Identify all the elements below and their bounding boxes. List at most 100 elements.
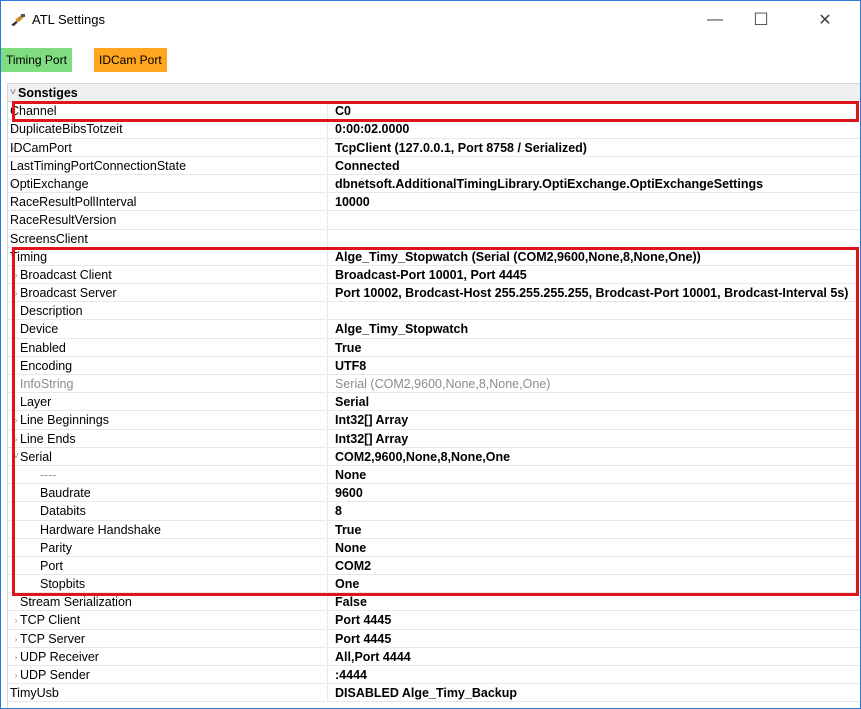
property-name-cell[interactable]: RaceResultPollInterval: [8, 193, 326, 212]
property-row[interactable]: Stream Serialization False: [8, 593, 860, 612]
property-value[interactable]: :4444: [327, 666, 860, 685]
property-row[interactable]: › UDP Sender:4444: [8, 666, 860, 685]
property-name-cell[interactable]: ˅ Serial: [8, 448, 326, 466]
property-value[interactable]: None: [327, 538, 860, 557]
property-row[interactable]: › Broadcast Server Port 10002, Brodcast-Ho…: [8, 284, 860, 303]
property-name-cell[interactable]: Layer: [8, 393, 326, 412]
property-name-cell[interactable]: › TimyUsb: [8, 684, 326, 703]
property-row[interactable]: Enabled True: [8, 338, 860, 357]
property-row[interactable]: › IDCamPort TcpClient (127.0.0.1, Port 875…: [8, 138, 860, 157]
idcam-port-button[interactable]: IDCam Port: [94, 48, 167, 72]
property-name-cell[interactable]: Enabled: [8, 339, 326, 357]
property-row[interactable]: Layer Serial: [8, 393, 860, 412]
property-value[interactable]: TcpClient (127.0.0.1, Port 8758 / Serial…: [327, 138, 860, 157]
property-name-cell[interactable]: › OptiExchange: [8, 175, 326, 194]
property-row[interactable]: Stopbits One: [8, 575, 860, 594]
property-value[interactable]: Serial: [327, 393, 860, 412]
property-name-cell[interactable]: LastTimingPortConnectionState: [8, 157, 326, 175]
property-row[interactable]: › Line Beginnings Int32[] Array: [8, 411, 860, 430]
property-row[interactable]: Databits 8: [8, 502, 860, 521]
property-name-cell[interactable]: Stopbits: [8, 575, 326, 594]
maximize-button[interactable]: ☐: [738, 1, 784, 39]
property-value[interactable]: Alge_Timy_Stopwatch: [327, 320, 860, 339]
minimize-button[interactable]: —: [692, 1, 738, 39]
property-value[interactable]: [327, 302, 860, 321]
property-name-cell[interactable]: Baudrate: [8, 484, 326, 503]
property-row[interactable]: Baudrate 9600: [8, 484, 860, 503]
property-value[interactable]: C0: [327, 102, 860, 121]
property-name-cell[interactable]: › TCP Server: [8, 630, 326, 648]
property-row[interactable]: Channel C0: [8, 102, 860, 121]
property-name-cell[interactable]: › IDCamPort: [8, 139, 326, 157]
property-value[interactable]: Serial (COM2,9600,None,8,None,One): [327, 375, 860, 394]
property-value[interactable]: None: [327, 465, 860, 485]
property-row[interactable]: › Broadcast Client Broadcast-Port 10001, P…: [8, 265, 860, 285]
property-row[interactable]: › TCP Server Port 4445: [8, 629, 860, 648]
property-value[interactable]: Port 10002, Brodcast-Host 255.255.255.25…: [327, 284, 860, 303]
property-row[interactable]: ˅ Serial COM2,9600,None,8,None,One: [8, 447, 860, 466]
property-value[interactable]: Int32[] Array: [327, 429, 860, 448]
property-value[interactable]: 10000: [327, 193, 860, 212]
property-row[interactable]: RaceResultVersion: [8, 211, 860, 230]
property-value[interactable]: One: [327, 575, 860, 594]
property-name-cell[interactable]: › Line Beginnings: [8, 411, 326, 430]
timing-port-button[interactable]: Timing Port: [1, 48, 72, 72]
property-value[interactable]: UTF8: [327, 356, 860, 375]
property-name-cell[interactable]: › Line Ends: [8, 430, 326, 448]
property-value[interactable]: COM2: [327, 556, 860, 576]
property-name-cell[interactable]: Hardware Handshake: [8, 521, 326, 539]
property-row[interactable]: LastTimingPortConnectionState Connected: [8, 156, 860, 175]
property-value[interactable]: 0:00:02.0000: [327, 120, 860, 139]
property-value[interactable]: Connected: [327, 156, 860, 175]
property-name-cell[interactable]: › TCP Client: [8, 611, 326, 630]
property-row[interactable]: Hardware Handshake True: [8, 520, 860, 539]
property-row[interactable]: Port COM2: [8, 556, 860, 576]
property-row[interactable]: › OptiExchange dbnetsoft.AdditionalTimingL…: [8, 174, 860, 194]
property-row[interactable]: › Line Ends Int32[] Array: [8, 429, 860, 448]
title-bar[interactable]: ATL Settings — ☐ ✕: [1, 1, 860, 39]
property-value[interactable]: [327, 229, 860, 248]
property-name-cell[interactable]: ScreensClient: [8, 230, 326, 248]
property-value[interactable]: Port 4445: [327, 611, 860, 630]
property-row[interactable]: › UDP Receiver All,Port 4444: [8, 647, 860, 666]
property-name-cell[interactable]: RaceResultVersion: [8, 211, 326, 230]
property-name-cell[interactable]: InfoString: [8, 375, 326, 394]
property-value[interactable]: True: [327, 520, 860, 539]
expand-down-icon[interactable]: ˅: [8, 84, 18, 101]
property-row[interactable]: Description: [8, 302, 860, 321]
property-row[interactable]: › TimyUsb DISABLED Alge_Timy_Backup: [8, 684, 860, 703]
property-row[interactable]: › TCP Client Port 4445: [8, 611, 860, 630]
property-value[interactable]: dbnetsoft.AdditionalTimingLibrary.OptiEx…: [327, 174, 860, 194]
property-name-cell[interactable]: Databits: [8, 502, 326, 521]
property-name-cell[interactable]: Parity: [8, 539, 326, 557]
property-name-cell[interactable]: › UDP Sender: [8, 666, 326, 685]
property-value[interactable]: [327, 211, 860, 230]
property-row[interactable]: › DuplicateBibsTotzeit 0:00:02.0000: [8, 120, 860, 139]
property-value[interactable]: 9600: [327, 484, 860, 503]
property-value[interactable]: Port 4445: [327, 629, 860, 648]
property-name-cell[interactable]: Description: [8, 302, 326, 321]
property-row[interactable]: InfoString Serial (COM2,9600,None,8,None,…: [8, 375, 860, 394]
property-row[interactable]: Device Alge_Timy_Stopwatch: [8, 320, 860, 339]
property-name-cell[interactable]: Channel: [8, 102, 326, 121]
property-value[interactable]: All,Port 4444: [327, 647, 860, 666]
property-name-cell[interactable]: › DuplicateBibsTotzeit: [8, 120, 326, 139]
property-row[interactable]: Encoding UTF8: [8, 356, 860, 375]
property-name-cell[interactable]: Encoding: [8, 357, 326, 375]
property-name-cell[interactable]: Port: [8, 557, 326, 576]
property-row[interactable]: RaceResultPollInterval 10000: [8, 193, 860, 212]
property-value[interactable]: COM2,9600,None,8,None,One: [327, 447, 860, 466]
property-name-cell[interactable]: ˅ Timing: [8, 248, 326, 266]
property-name-cell[interactable]: › Broadcast Client: [8, 266, 326, 285]
property-value[interactable]: True: [327, 338, 860, 357]
property-category[interactable]: ˅ Sonstiges: [8, 84, 860, 103]
property-row[interactable]: Parity None: [8, 538, 860, 557]
close-button[interactable]: ✕: [802, 1, 848, 39]
property-value[interactable]: Int32[] Array: [327, 411, 860, 430]
property-value[interactable]: Alge_Timy_Stopwatch (Serial (COM2,9600,N…: [327, 247, 860, 266]
property-name-cell[interactable]: ˅ Sonstiges: [8, 84, 860, 103]
property-value[interactable]: False: [327, 593, 860, 612]
property-name-cell[interactable]: › UDP Receiver: [8, 648, 326, 666]
property-name-cell[interactable]: ----: [8, 466, 326, 485]
property-row[interactable]: ScreensClient: [8, 229, 860, 248]
